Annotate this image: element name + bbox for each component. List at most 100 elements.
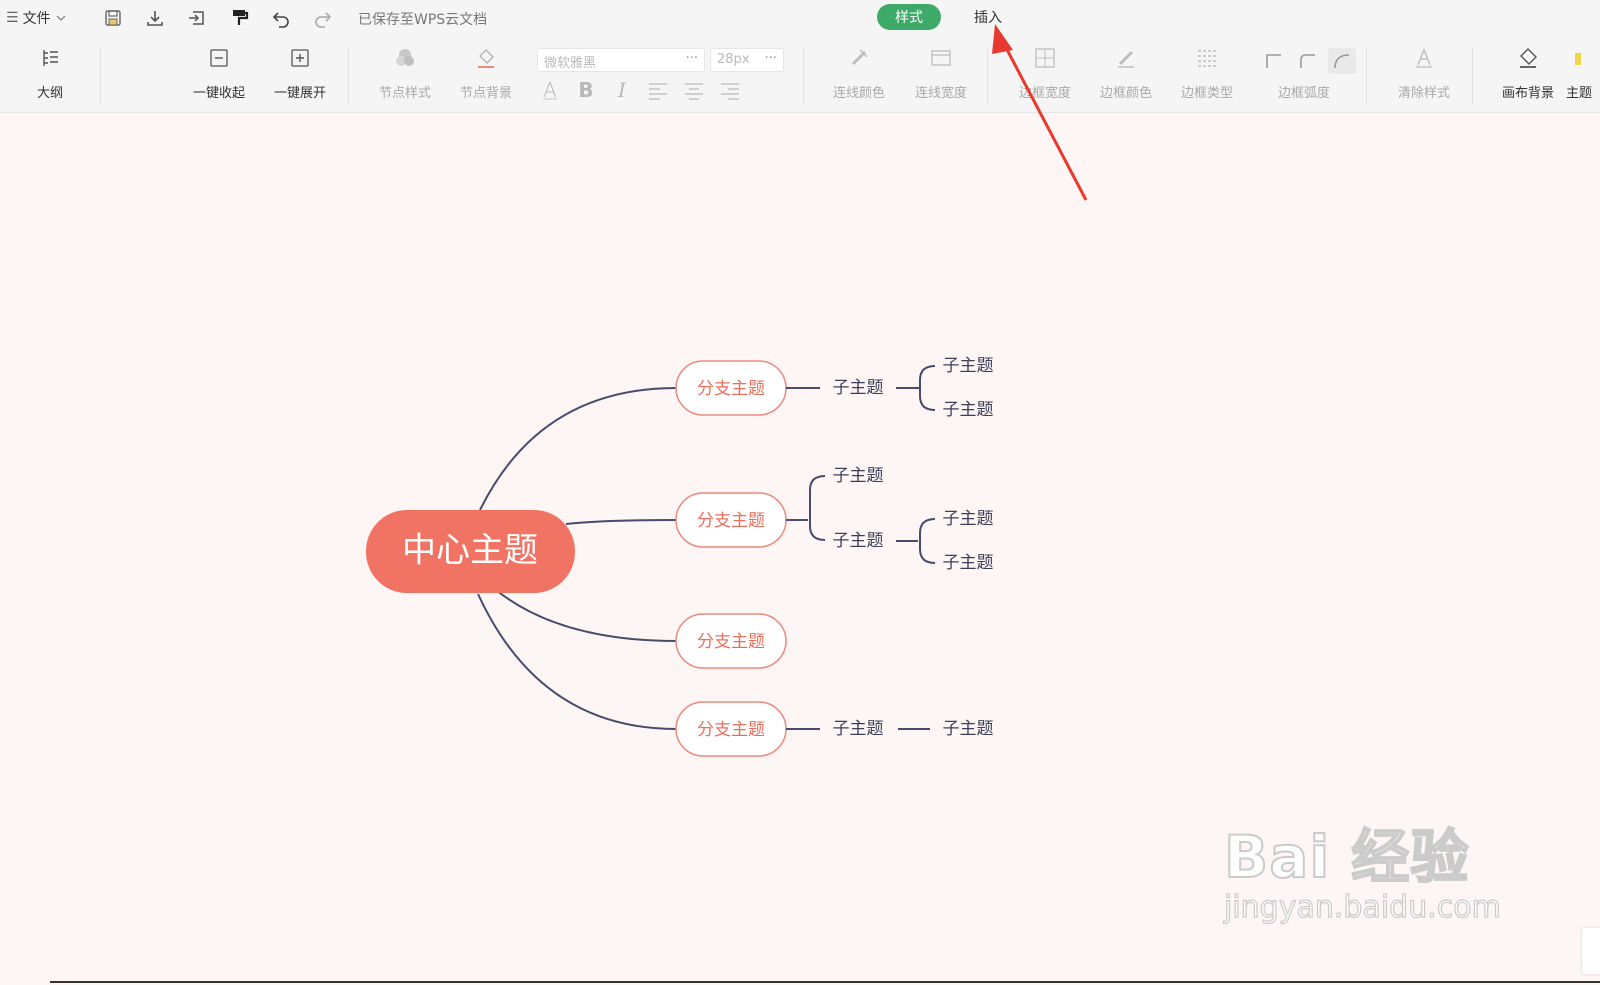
watermark: Bai 经验 jingyan.baidu.com bbox=[1223, 810, 1501, 926]
subtopic-label[interactable]: 子主题 bbox=[833, 531, 884, 551]
connector-line bbox=[495, 589, 677, 642]
text-format-row: A B I bbox=[538, 78, 742, 102]
clear-format-icon bbox=[1412, 46, 1436, 70]
undo-icon[interactable] bbox=[268, 6, 294, 30]
expand-all-label: 一键展开 bbox=[273, 86, 326, 101]
canvas-background-label: 画布背景 bbox=[1501, 86, 1554, 101]
node-style-icon bbox=[393, 46, 417, 70]
border-type-icon bbox=[1195, 46, 1219, 70]
tab-style[interactable]: 样式 bbox=[877, 4, 941, 30]
italic-button[interactable]: I bbox=[610, 78, 634, 102]
more-icon: ··· bbox=[685, 51, 698, 66]
node-style-button[interactable]: 节点样式 bbox=[369, 46, 441, 101]
outline-icon bbox=[38, 46, 62, 70]
bold-icon: B bbox=[578, 78, 594, 102]
connector-line bbox=[479, 387, 677, 511]
collapse-icon bbox=[207, 46, 231, 70]
line-width-button[interactable]: 连线宽度 bbox=[905, 46, 977, 101]
canvas-background-button[interactable]: 画布背景 bbox=[1492, 46, 1564, 101]
font-color-icon: A bbox=[543, 78, 557, 102]
font-color-button[interactable]: A bbox=[538, 78, 562, 102]
font-family-value: 微软雅黑 bbox=[544, 56, 597, 71]
watermark-logo: Bai 经验 bbox=[1223, 822, 1470, 892]
scroll-handle[interactable] bbox=[1582, 928, 1600, 974]
subtopic-label[interactable]: 子主题 bbox=[833, 378, 884, 398]
node-background-button[interactable]: 节点背景 bbox=[450, 46, 522, 101]
expand-all-button[interactable]: 一键展开 bbox=[264, 46, 336, 101]
align-center-button[interactable] bbox=[682, 78, 706, 102]
save-status: 已保存至WPS云文档 bbox=[358, 12, 488, 28]
line-color-label: 连线颜色 bbox=[832, 86, 885, 101]
subtopic-label[interactable]: 子主题 bbox=[943, 400, 994, 420]
line-color-button[interactable]: 连线颜色 bbox=[823, 46, 895, 101]
line-width-label: 连线宽度 bbox=[914, 86, 967, 101]
ribbon-toolbar: 大纲 一键收起 一键展开 节点样式 节点背景 微软雅黑 ··· 28px ···… bbox=[0, 36, 1600, 113]
redo-icon[interactable] bbox=[310, 6, 336, 30]
connector-line bbox=[565, 519, 677, 525]
border-type-button[interactable]: 边框类型 bbox=[1171, 46, 1243, 101]
file-menu-label: 文件 bbox=[22, 11, 51, 27]
tab-insert[interactable]: 插入 bbox=[974, 7, 1002, 27]
subtopic-label[interactable]: 子主题 bbox=[943, 356, 994, 376]
export-icon[interactable] bbox=[184, 6, 210, 30]
branch-topic-label[interactable]: 分支主题 bbox=[697, 632, 765, 652]
font-size-select[interactable]: 28px ··· bbox=[710, 48, 784, 72]
border-type-label: 边框类型 bbox=[1180, 86, 1233, 101]
more-icon: ··· bbox=[764, 51, 777, 66]
bottom-border bbox=[50, 981, 1600, 983]
subtopic-label[interactable]: 子主题 bbox=[833, 466, 884, 486]
branch-topic-label[interactable]: 分支主题 bbox=[697, 511, 765, 531]
align-right-icon bbox=[721, 83, 739, 100]
subtopic-label[interactable]: 子主题 bbox=[943, 553, 994, 573]
border-width-button[interactable]: 边框宽度 bbox=[1009, 46, 1081, 101]
theme-icon bbox=[1566, 46, 1590, 70]
outline-button[interactable]: 大纲 bbox=[14, 46, 86, 101]
bold-button[interactable]: B bbox=[574, 78, 598, 102]
top-bar: ☰ 文件 已保存至WPS云文档 样式 插入 bbox=[0, 0, 1600, 36]
align-left-button[interactable] bbox=[646, 78, 670, 102]
chevron-down-icon bbox=[56, 15, 66, 21]
paint-bucket-icon bbox=[1516, 46, 1540, 70]
collapse-all-label: 一键收起 bbox=[192, 86, 245, 101]
save-icon[interactable] bbox=[100, 6, 126, 30]
paint-bucket-icon bbox=[474, 46, 498, 70]
align-center-icon bbox=[685, 83, 703, 100]
theme-button[interactable]: 主题 bbox=[1566, 46, 1600, 101]
node-background-label: 节点背景 bbox=[459, 86, 512, 101]
border-radius-button[interactable]: 边框弧度 bbox=[1268, 46, 1340, 101]
center-topic-label[interactable]: 中心主题 bbox=[402, 531, 538, 571]
border-width-label: 边框宽度 bbox=[1018, 86, 1071, 101]
border-radius-label: 边框弧度 bbox=[1277, 86, 1330, 101]
connector-line bbox=[477, 593, 677, 730]
branch-topic-label[interactable]: 分支主题 bbox=[697, 720, 765, 740]
align-right-button[interactable] bbox=[718, 78, 742, 102]
border-color-icon bbox=[1114, 46, 1138, 70]
clear-style-button[interactable]: 清除样式 bbox=[1388, 46, 1460, 101]
subtopic-label[interactable]: 子主题 bbox=[943, 509, 994, 529]
format-painter-icon[interactable] bbox=[226, 6, 252, 30]
border-width-icon bbox=[1033, 46, 1057, 70]
node-style-label: 节点样式 bbox=[378, 86, 431, 101]
subtopic-label[interactable]: 子主题 bbox=[833, 719, 884, 739]
collapse-all-button[interactable]: 一键收起 bbox=[183, 46, 255, 101]
font-family-select[interactable]: 微软雅黑 ··· bbox=[537, 48, 705, 72]
mindmap-canvas[interactable]: 中心主题 分支主题 分支主题 分支主题 分支主题 子主题 子主题 子主题 子主题 子主题 子主题 子主… bbox=[0, 114, 1600, 985]
expand-icon bbox=[288, 46, 312, 70]
line-color-icon bbox=[847, 46, 871, 70]
connector-line bbox=[919, 365, 936, 411]
watermark-url: jingyan.baidu.com bbox=[1223, 889, 1501, 925]
download-icon[interactable] bbox=[142, 6, 168, 30]
border-color-label: 边框颜色 bbox=[1099, 86, 1152, 101]
file-menu-button[interactable]: ☰ 文件 bbox=[6, 8, 67, 28]
font-size-value: 28px bbox=[717, 52, 750, 67]
outline-label: 大纲 bbox=[36, 86, 63, 101]
subtopic-label[interactable]: 子主题 bbox=[943, 719, 994, 739]
line-width-icon bbox=[929, 46, 953, 70]
align-left-icon bbox=[649, 83, 667, 100]
border-color-button[interactable]: 边框颜色 bbox=[1090, 46, 1162, 101]
italic-icon: I bbox=[618, 78, 626, 102]
clear-style-label: 清除样式 bbox=[1397, 86, 1450, 101]
menu-icon: ☰ bbox=[6, 10, 19, 26]
branch-topic-label[interactable]: 分支主题 bbox=[697, 379, 765, 399]
connector-line bbox=[809, 475, 826, 541]
